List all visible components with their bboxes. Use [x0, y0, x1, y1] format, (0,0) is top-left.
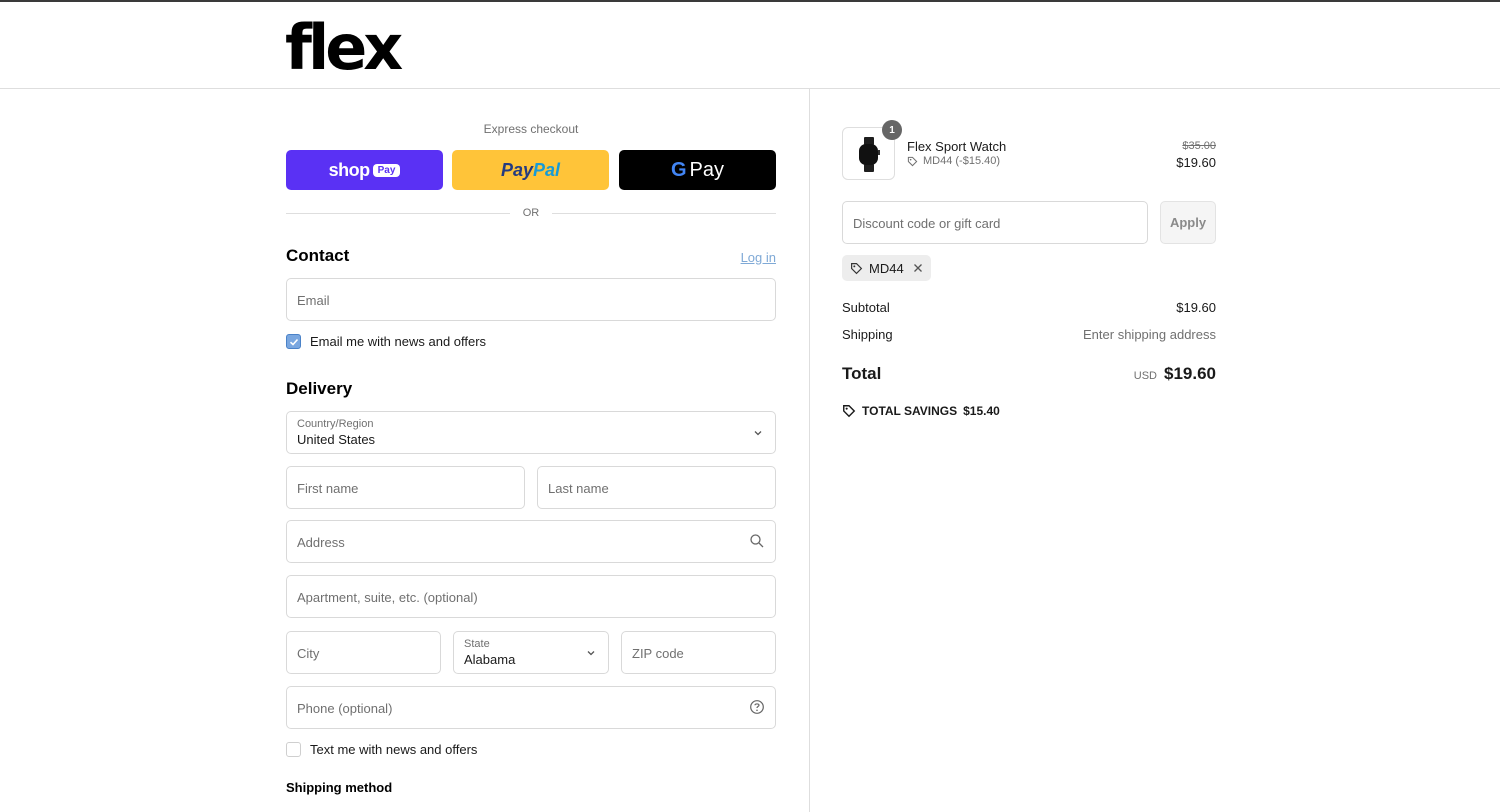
brand-logo[interactable]: flex	[285, 8, 403, 88]
contact-title: Contact	[286, 246, 350, 265]
address-placeholder: Address	[297, 535, 345, 550]
applied-discount-chip: MD44	[842, 255, 931, 281]
paypal-button[interactable]: Pay Pal	[452, 150, 609, 190]
paypal-wordmark-part1: Pay	[500, 159, 533, 180]
product-name: Flex Sport Watch	[907, 139, 1007, 154]
shipping-method-title: Shipping method	[286, 780, 393, 795]
total-label: Total	[842, 364, 882, 383]
apply-button[interactable]: Apply	[1160, 201, 1216, 244]
close-icon[interactable]	[913, 263, 923, 273]
subtotal-label: Subtotal	[842, 300, 890, 315]
google-g-icon: G	[670, 158, 687, 181]
city-field[interactable]: City	[286, 631, 441, 674]
tag-icon	[843, 405, 856, 418]
state-label: State	[464, 638, 490, 650]
product-discount: MD44 (-$15.40)	[907, 155, 1000, 167]
email-field[interactable]: Email	[286, 278, 776, 321]
express-checkout-title: Express checkout	[483, 122, 579, 136]
last-name-field[interactable]: Last name	[537, 466, 776, 509]
shipping-label: Shipping	[842, 327, 893, 342]
paypal-wordmark-part2: Pal	[533, 159, 561, 180]
tag-icon	[851, 262, 863, 274]
shop-pay-button[interactable]: shop Pay	[286, 150, 443, 190]
first-name-placeholder: First name	[297, 481, 359, 496]
login-link[interactable]: Log in	[741, 250, 776, 265]
state-select[interactable]: State Alabama	[453, 631, 609, 674]
total-amount: $19.60	[1164, 364, 1216, 383]
help-icon[interactable]	[749, 699, 765, 715]
applied-code: MD44	[869, 260, 904, 276]
shop-pay-pill: Pay	[372, 163, 401, 177]
google-pay-label: Pay	[689, 158, 725, 181]
savings-value: $15.40	[963, 404, 1000, 418]
item-price: $19.60	[1176, 155, 1216, 170]
currency-code: USD	[1133, 370, 1157, 382]
zip-placeholder: ZIP code	[632, 646, 684, 661]
email-placeholder: Email	[297, 293, 330, 308]
original-price: $35.00	[1182, 140, 1216, 152]
subtotal-value: $19.60	[1176, 300, 1216, 315]
newsletter-label: Email me with news and offers	[310, 334, 487, 349]
city-placeholder: City	[297, 646, 320, 661]
site-header: flex	[0, 2, 1500, 89]
total-value: USD $19.60	[1134, 364, 1216, 384]
country-label: Country/Region	[297, 418, 374, 430]
zip-field[interactable]: ZIP code	[621, 631, 776, 674]
or-line-right	[552, 213, 776, 214]
product-discount-text: MD44 (-$15.40)	[923, 155, 1001, 167]
shop-pay-wordmark: shop	[328, 159, 371, 180]
sms-label: Text me with news and offers	[310, 742, 478, 757]
address-field[interactable]: Address	[286, 520, 776, 563]
first-name-field[interactable]: First name	[286, 466, 525, 509]
chevron-down-icon	[754, 431, 762, 436]
apartment-field[interactable]: Apartment, suite, etc. (optional)	[286, 575, 776, 618]
search-icon[interactable]	[749, 533, 765, 549]
savings-label: TOTAL SAVINGS	[862, 404, 958, 418]
chevron-down-icon	[587, 651, 595, 656]
total-savings: TOTAL SAVINGS $15.40	[842, 404, 1000, 418]
phone-placeholder: Phone (optional)	[297, 701, 393, 716]
discount-placeholder: Discount code or gift card	[853, 216, 1001, 231]
state-value: Alabama	[464, 652, 516, 667]
shipping-value: Enter shipping address	[1083, 327, 1216, 342]
quantity-badge: 1	[882, 120, 902, 140]
country-value: United States	[297, 432, 376, 447]
column-divider	[809, 89, 810, 812]
checkmark-icon	[289, 338, 298, 346]
newsletter-option[interactable]: Email me with news and offers	[286, 334, 486, 349]
apartment-placeholder: Apartment, suite, etc. (optional)	[297, 590, 478, 605]
last-name-placeholder: Last name	[548, 481, 609, 496]
or-separator: OR	[286, 205, 776, 221]
newsletter-checkbox[interactable]	[286, 334, 301, 349]
google-pay-button[interactable]: G Pay	[619, 150, 776, 190]
phone-field[interactable]: Phone (optional)	[286, 686, 776, 729]
sms-checkbox[interactable]	[286, 742, 301, 757]
delivery-title: Delivery	[286, 379, 353, 398]
country-select[interactable]: Country/Region United States	[286, 411, 776, 454]
sms-option[interactable]: Text me with news and offers	[286, 742, 477, 757]
tag-icon	[907, 156, 918, 166]
discount-code-input[interactable]: Discount code or gift card	[842, 201, 1148, 244]
